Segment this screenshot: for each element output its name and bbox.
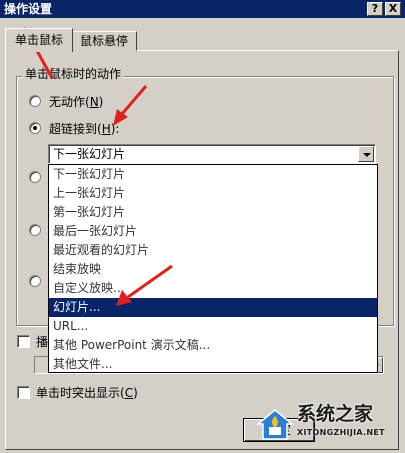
radio-hyperlink-label[interactable]: 超链接到(H): — [49, 122, 119, 136]
watermark: 系统之家 XITONGZHIJIA.NET — [255, 402, 405, 453]
dropdown-item-previous-slide[interactable]: 上一张幻灯片 — [49, 184, 377, 203]
radio-run-macro[interactable] — [29, 224, 41, 236]
dropdown-item-first-slide[interactable]: 第一张幻灯片 — [49, 203, 377, 222]
hyperlink-dropdown-list: 下一张幻灯片 上一张幻灯片 第一张幻灯片 最后一张幻灯片 最近观看的幻灯片 结束… — [48, 164, 378, 373]
dropdown-item-last-slide[interactable]: 最后一张幻灯片 — [49, 222, 377, 241]
tab-mouse-over[interactable]: 鼠标悬停 — [71, 31, 137, 51]
dropdown-item-last-viewed[interactable]: 最近观看的幻灯片 — [49, 241, 377, 260]
window-title: 操作设置 — [4, 2, 53, 16]
help-button[interactable]: ? — [367, 2, 383, 16]
radio-run-program[interactable] — [29, 171, 41, 183]
radio-object-action[interactable] — [29, 275, 41, 287]
highlight-click-checkbox[interactable] — [17, 386, 30, 399]
dropdown-item-other-file[interactable]: 其他文件... — [49, 355, 377, 374]
hyperlink-select-value: 下一张幻灯片 — [53, 147, 126, 161]
radio-no-action[interactable] — [29, 95, 41, 107]
play-sound-label[interactable]: 播 — [36, 335, 48, 349]
dropdown-item-end-show[interactable]: 结束放映 — [49, 260, 377, 279]
hyperlink-select[interactable]: 下一张幻灯片 — [48, 144, 376, 164]
watermark-url: XITONGZHIJIA.NET — [297, 428, 385, 437]
dropdown-item-next-slide[interactable]: 下一张幻灯片 — [49, 165, 377, 184]
radio-hyperlink[interactable] — [29, 122, 41, 134]
tab-mouse-click-label: 单击鼠标 — [14, 33, 63, 47]
dropdown-item-slide[interactable]: 幻灯片... — [49, 298, 377, 317]
highlight-click-label[interactable]: 单击时突出显示(C) — [36, 386, 138, 400]
group-title: 单击鼠标时的动作 — [22, 66, 125, 82]
dropdown-item-other-presentation[interactable]: 其他 PowerPoint 演示文稿... — [49, 336, 377, 355]
title-bar: 操作设置 — [0, 0, 405, 18]
close-button[interactable]: X — [385, 2, 401, 16]
tab-mouse-click[interactable]: 单击鼠标 — [5, 28, 73, 52]
dropdown-item-custom-show[interactable]: 自定义放映... — [49, 279, 377, 298]
house-logo-icon — [255, 409, 295, 440]
tab-mouse-over-label: 鼠标悬停 — [79, 34, 128, 48]
radio-no-action-label[interactable]: 无动作(N) — [49, 95, 103, 109]
play-sound-checkbox[interactable] — [17, 335, 30, 348]
dropdown-item-url[interactable]: URL... — [49, 317, 377, 336]
chevron-down-icon[interactable] — [358, 146, 374, 162]
watermark-name: 系统之家 — [297, 403, 374, 425]
